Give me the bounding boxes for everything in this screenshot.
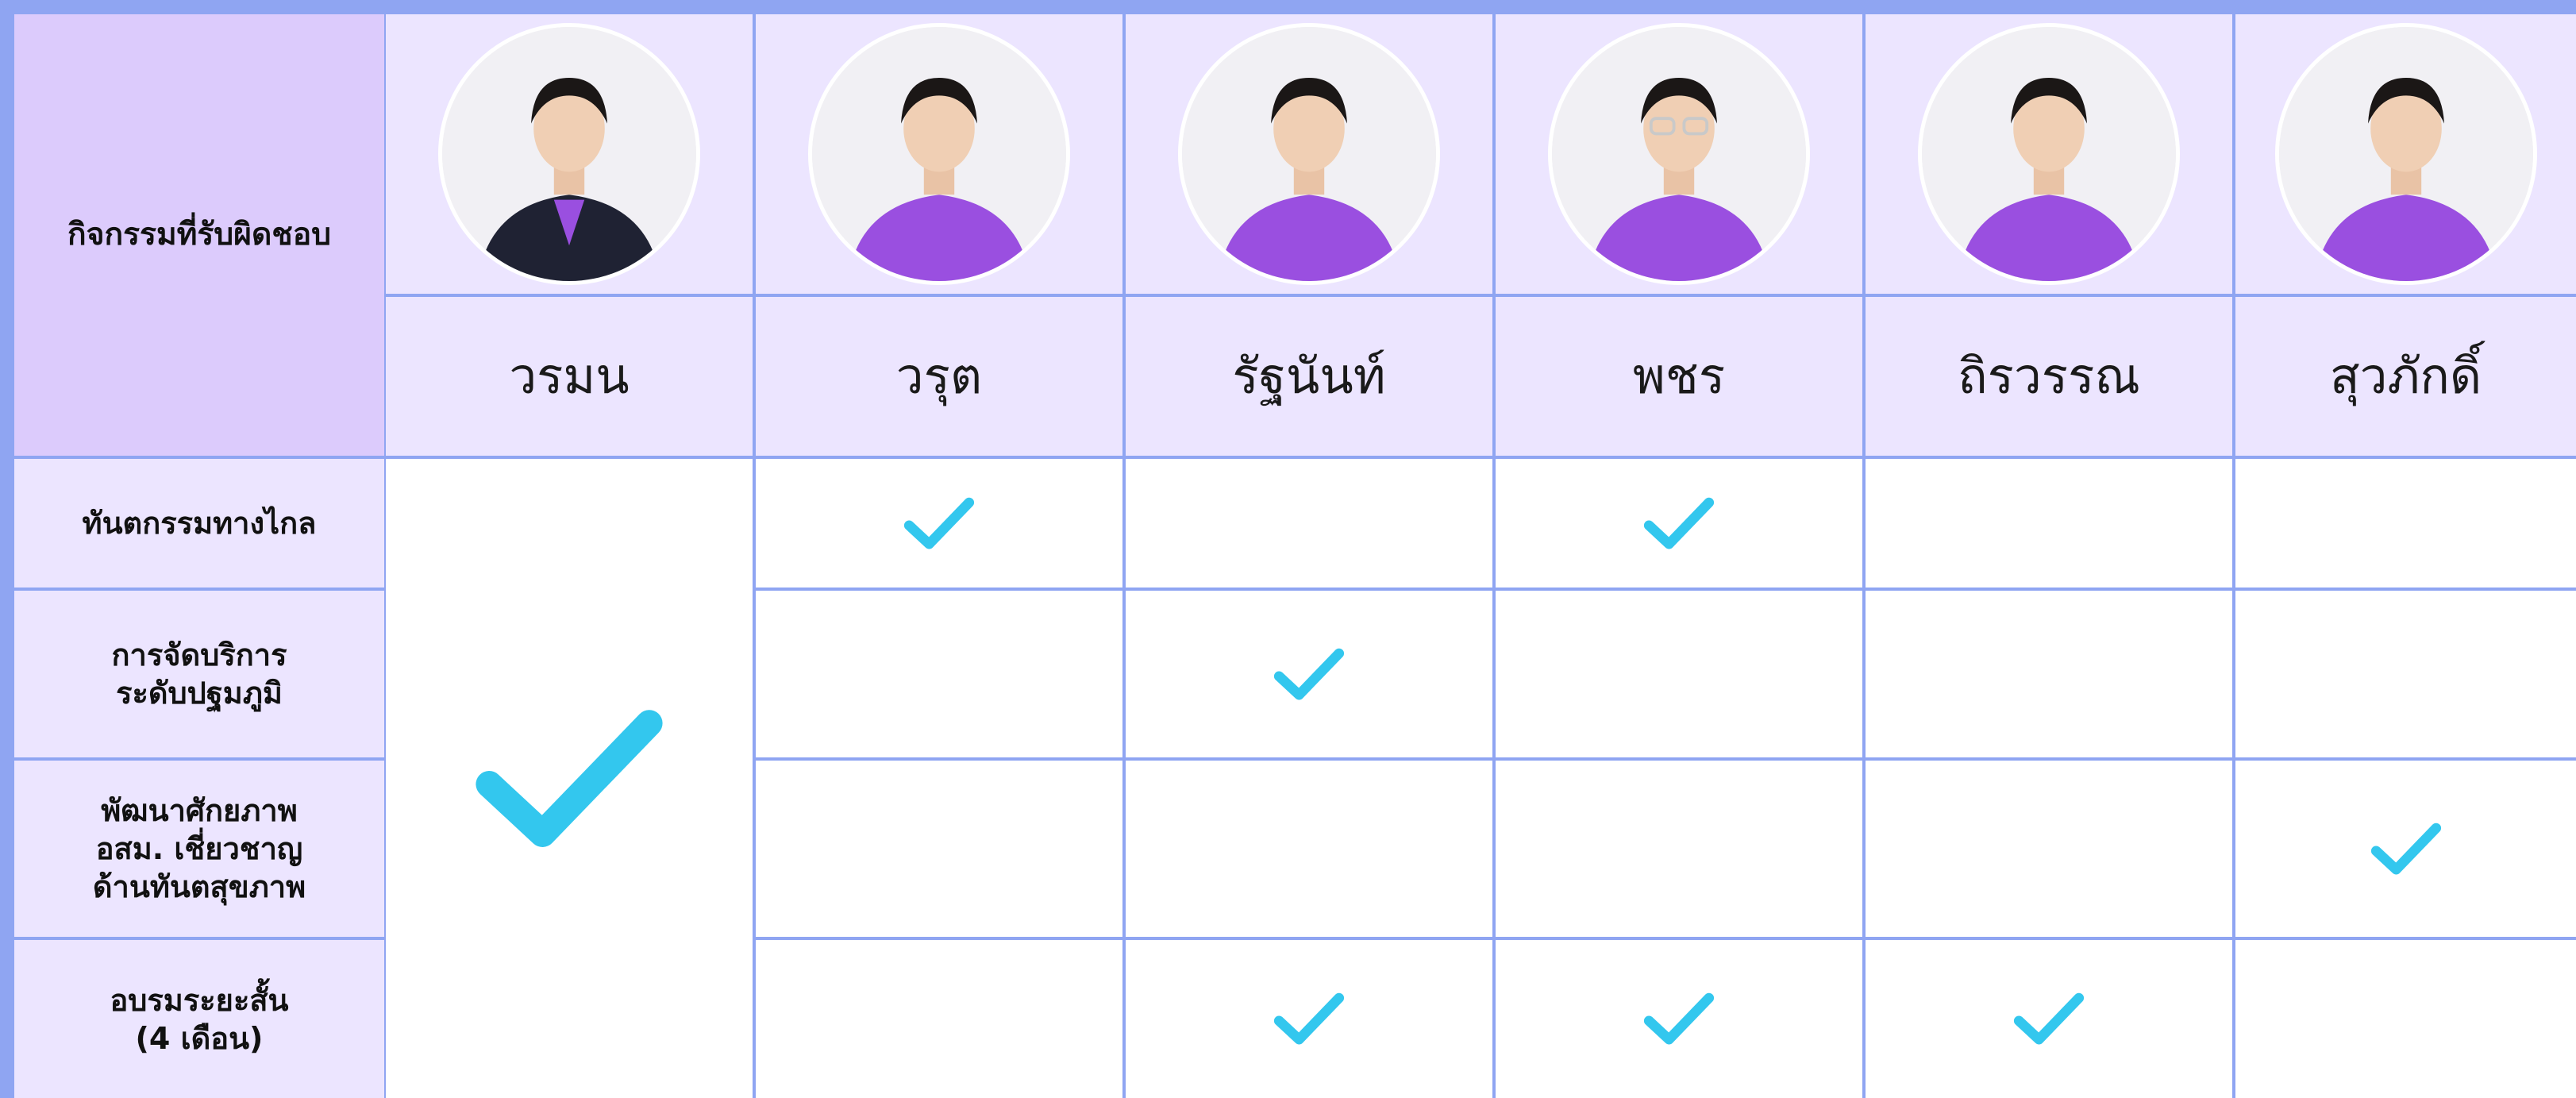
activity-label: พัฒนาศักยภาพ อสม. เชี่ยวชาญ ด้านทันตสุขภ… bbox=[14, 761, 384, 937]
check-icon bbox=[2370, 821, 2442, 876]
check-icon bbox=[903, 495, 975, 551]
table-cell bbox=[1126, 459, 1492, 588]
header-activity-label: กิจกรรมที่รับผิดชอบ bbox=[14, 14, 384, 456]
check-icon bbox=[1643, 495, 1715, 551]
table-cell bbox=[2235, 591, 2576, 757]
avatar bbox=[1548, 23, 1810, 285]
table-cell bbox=[1496, 591, 1862, 757]
check-icon bbox=[1643, 991, 1715, 1046]
table-cell bbox=[1126, 591, 1492, 757]
person-photo-cell bbox=[1866, 14, 2232, 294]
person-name: รัฐนันท์ bbox=[1126, 297, 1492, 456]
person-name: วรมน bbox=[386, 297, 753, 456]
table-cell bbox=[2235, 459, 2576, 588]
avatar bbox=[2274, 23, 2537, 285]
table-cell bbox=[756, 591, 1122, 757]
table-cell bbox=[1496, 940, 1862, 1098]
activity-label: การจัดบริการ ระดับปฐมภูมิ bbox=[14, 591, 384, 757]
table-cell bbox=[756, 761, 1122, 937]
table-cell bbox=[756, 940, 1122, 1098]
table-cell bbox=[1866, 761, 2232, 937]
table-cell bbox=[1126, 761, 1492, 937]
check-icon bbox=[1273, 646, 1345, 702]
person-photo-cell bbox=[1496, 14, 1862, 294]
person-photo-cell bbox=[756, 14, 1122, 294]
table-cell bbox=[1866, 591, 2232, 757]
avatar bbox=[808, 23, 1070, 285]
header-activity-label-text: กิจกรรมที่รับผิดชอบ bbox=[67, 217, 331, 252]
person-name: ถิรวรรณ bbox=[1866, 297, 2232, 456]
table-cell bbox=[756, 459, 1122, 588]
avatar bbox=[1918, 23, 2180, 285]
activity-label: อบรมระยะสั้น (4 เดือน) bbox=[14, 940, 384, 1098]
merged-check-cell bbox=[386, 459, 753, 1098]
person-name: พชร bbox=[1496, 297, 1862, 456]
table-cell bbox=[2235, 940, 2576, 1098]
table-cell bbox=[1496, 459, 1862, 588]
person-photo-cell bbox=[1126, 14, 1492, 294]
table-cell bbox=[1866, 459, 2232, 588]
table-cell bbox=[1866, 940, 2232, 1098]
table-cell bbox=[1126, 940, 1492, 1098]
check-icon bbox=[1273, 991, 1345, 1046]
avatar bbox=[438, 23, 700, 285]
activity-label: ทันตกรรมทางไกล bbox=[14, 459, 384, 588]
table-cell bbox=[2235, 761, 2576, 937]
avatar bbox=[1178, 23, 1440, 285]
check-icon bbox=[2013, 991, 2085, 1046]
person-photo-cell bbox=[386, 14, 753, 294]
person-name: วรุต bbox=[756, 297, 1122, 456]
table-cell bbox=[1496, 761, 1862, 937]
person-photo-cell bbox=[2235, 14, 2576, 294]
person-name: สุวภักดิ์ bbox=[2235, 297, 2576, 456]
check-icon-large bbox=[474, 704, 664, 853]
